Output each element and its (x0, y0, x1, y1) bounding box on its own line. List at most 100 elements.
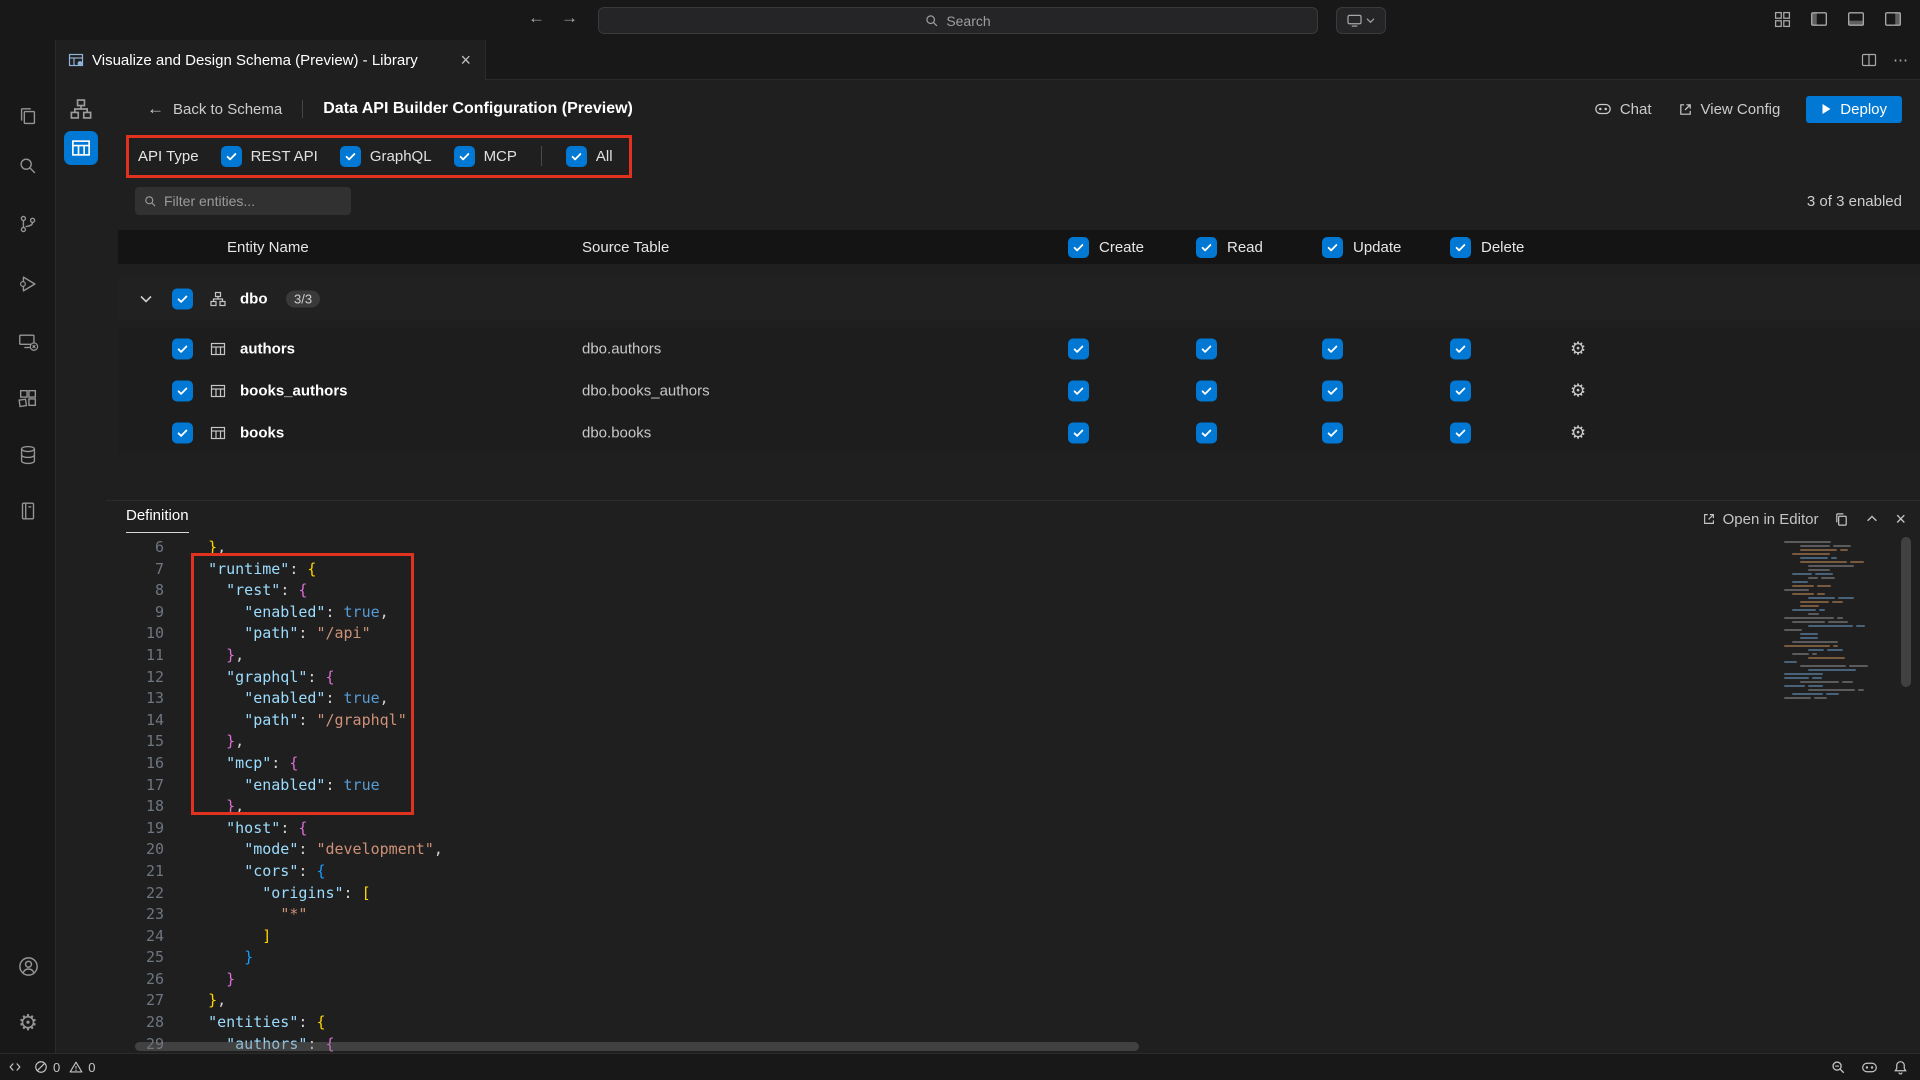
code-line[interactable]: "cors": { (190, 861, 443, 883)
code-line[interactable]: "mcp": { (190, 753, 443, 775)
select-all-update[interactable] (1322, 237, 1343, 258)
crud-checkbox[interactable] (1450, 338, 1471, 359)
api-option-graphql[interactable]: GraphQL (340, 146, 432, 167)
crud-checkbox[interactable] (1196, 338, 1217, 359)
api-option-mcp[interactable]: MCP (454, 146, 517, 167)
code-line[interactable]: "enabled": true (190, 775, 443, 797)
definition-tab[interactable]: Definition (126, 507, 189, 533)
crud-checkbox[interactable] (1450, 380, 1471, 401)
tab-visualize-design-schema[interactable]: Visualize and Design Schema (Preview) - … (56, 40, 486, 80)
nav-forward-icon[interactable]: → (561, 8, 578, 28)
code-line[interactable]: "origins": [ (190, 883, 443, 905)
table-row[interactable]: booksdbo.books⚙ (118, 412, 1920, 453)
row-settings-gear-icon[interactable]: ⚙ (1570, 380, 1586, 401)
group-select-checkbox[interactable] (172, 288, 193, 309)
search-bar[interactable]: Search (598, 7, 1318, 34)
back-to-schema-link[interactable]: ← Back to Schema (147, 99, 282, 119)
account-icon[interactable] (14, 952, 42, 980)
toggle-sidebar-left-icon[interactable] (1808, 8, 1830, 30)
table-row[interactable]: books_authorsdbo.books_authors⚙ (118, 370, 1920, 411)
database-icon[interactable] (14, 441, 42, 469)
notifications-bell-icon[interactable] (1893, 1060, 1908, 1075)
code-line[interactable]: "runtime": { (190, 559, 443, 581)
zoom-icon[interactable] (1831, 1060, 1846, 1075)
copilot-status-icon[interactable] (1861, 1059, 1878, 1076)
schema-group-row[interactable]: dbo 3/3 (118, 277, 1920, 320)
toggle-sidebar-right-icon[interactable] (1882, 8, 1904, 30)
settings-gear-icon[interactable]: ⚙ (14, 1009, 42, 1037)
crud-checkbox[interactable] (1196, 422, 1217, 443)
code-line[interactable]: }, (190, 645, 443, 667)
search-sidebar-icon[interactable] (14, 152, 42, 180)
problems-indicator[interactable]: 0 0 (34, 1060, 95, 1075)
crud-checkbox[interactable] (1322, 380, 1343, 401)
split-editor-icon[interactable] (1861, 52, 1877, 68)
crud-checkbox[interactable] (1068, 380, 1089, 401)
copy-icon[interactable] (1834, 512, 1849, 527)
schema-visualizer-icon[interactable] (66, 94, 96, 124)
code-line[interactable]: "mode": "development", (190, 839, 443, 861)
code-line[interactable]: "path": "/api" (190, 623, 443, 645)
nav-back-icon[interactable]: ← (528, 8, 545, 28)
code-line[interactable]: }, (190, 537, 443, 559)
close-panel-icon[interactable]: × (1895, 509, 1906, 530)
source-control-icon[interactable] (14, 210, 42, 238)
crud-checkbox[interactable] (1322, 338, 1343, 359)
code-line[interactable]: "graphql": { (190, 667, 443, 689)
crud-checkbox[interactable] (1068, 338, 1089, 359)
checkbox-mcp[interactable] (454, 146, 475, 167)
open-in-editor-button[interactable]: Open in Editor (1702, 511, 1819, 528)
code-line[interactable]: "path": "/graphql" (190, 710, 443, 732)
api-option-rest-api[interactable]: REST API (221, 146, 318, 167)
view-config-button[interactable]: View Config (1678, 101, 1781, 118)
customize-layout-icon[interactable] (1771, 8, 1793, 30)
deploy-button[interactable]: Deploy (1806, 96, 1902, 123)
code-line[interactable]: ] (190, 926, 443, 948)
code-line[interactable]: "entities": { (190, 1012, 443, 1034)
row-select-checkbox[interactable] (172, 338, 193, 359)
remote-indicator-icon[interactable] (8, 1060, 22, 1074)
code-line[interactable]: "rest": { (190, 580, 443, 602)
code-line[interactable]: "enabled": true, (190, 602, 443, 624)
api-option-all[interactable]: All (566, 146, 613, 167)
checkbox-rest-api[interactable] (221, 146, 242, 167)
extensions-icon[interactable] (14, 384, 42, 412)
table-row[interactable]: authorsdbo.authors⚙ (118, 328, 1920, 369)
code-line[interactable]: "host": { (190, 818, 443, 840)
code-line[interactable]: } (190, 969, 443, 991)
row-select-checkbox[interactable] (172, 380, 193, 401)
minimap[interactable] (1784, 540, 1894, 740)
select-all-delete[interactable] (1450, 237, 1471, 258)
crud-checkbox[interactable] (1068, 422, 1089, 443)
select-all-read[interactable] (1196, 237, 1217, 258)
code-line[interactable]: }, (190, 731, 443, 753)
crud-checkbox[interactable] (1322, 422, 1343, 443)
chat-button[interactable]: Chat (1594, 100, 1652, 118)
crud-checkbox[interactable] (1450, 422, 1471, 443)
run-debug-icon[interactable] (14, 270, 42, 298)
explorer-icon[interactable] (14, 103, 42, 131)
row-select-checkbox[interactable] (172, 422, 193, 443)
vertical-scrollbar[interactable] (1901, 537, 1911, 687)
library-icon[interactable] (14, 497, 42, 525)
table-designer-icon[interactable] (64, 131, 98, 165)
crud-checkbox[interactable] (1196, 380, 1217, 401)
select-all-create[interactable] (1068, 237, 1089, 258)
row-settings-gear-icon[interactable]: ⚙ (1570, 338, 1586, 359)
checkbox-all[interactable] (566, 146, 587, 167)
code-line[interactable]: "enabled": true, (190, 688, 443, 710)
row-settings-gear-icon[interactable]: ⚙ (1570, 422, 1586, 443)
code-line[interactable]: } (190, 947, 443, 969)
code-line[interactable]: }, (190, 990, 443, 1012)
chevron-expand-icon[interactable] (140, 294, 152, 303)
filter-entities-input[interactable] (164, 193, 342, 209)
remote-window-button[interactable] (1336, 7, 1386, 34)
checkbox-graphql[interactable] (340, 146, 361, 167)
code-line[interactable]: "*" (190, 904, 443, 926)
editor-code[interactable]: }, "runtime": { "rest": { "enabled": tru… (190, 537, 443, 1055)
more-actions-icon[interactable]: ⋯ (1893, 51, 1908, 69)
remote-explorer-icon[interactable] (14, 328, 42, 356)
horizontal-scrollbar[interactable] (135, 1042, 1139, 1051)
collapse-panel-icon[interactable] (1865, 512, 1879, 526)
code-line[interactable]: }, (190, 796, 443, 818)
